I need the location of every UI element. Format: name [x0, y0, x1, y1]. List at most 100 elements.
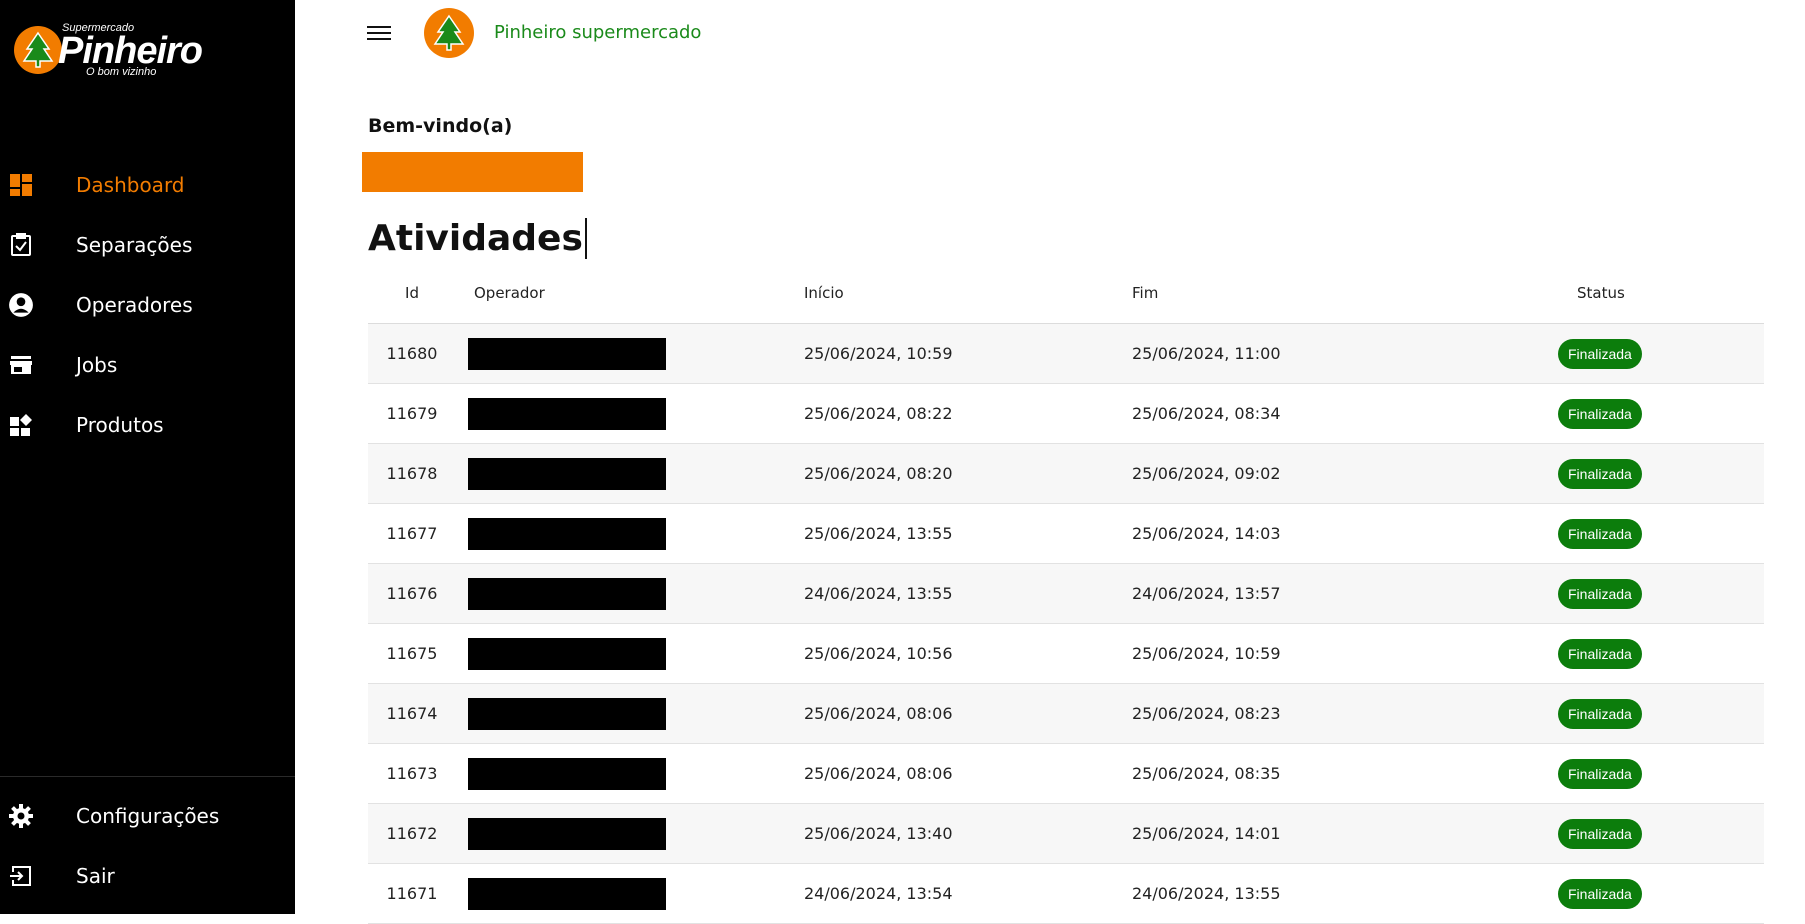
sidebar-item-label: Operadores [76, 293, 193, 317]
cell-id: 11680 [386, 344, 438, 363]
status-badge: Finalizada [1558, 639, 1642, 669]
user-name-highlight [362, 152, 583, 192]
column-header-inicio: Início [804, 284, 844, 302]
gear-icon [8, 803, 34, 829]
cell-operador-redacted [468, 878, 666, 910]
brand-logo[interactable]: Supermercado Pinheiro O bom vizinho [12, 20, 212, 82]
cell-id: 11671 [386, 884, 438, 903]
status-badge: Finalizada [1558, 519, 1642, 549]
welcome-text: Bem-vindo(a) [368, 115, 513, 137]
hamburger-icon [367, 25, 391, 28]
cell-inicio: 25/06/2024, 10:56 [804, 644, 953, 663]
table-row[interactable]: 11680 25/06/2024, 10:59 25/06/2024, 11:00 F… [368, 324, 1764, 384]
tree-logo-icon [424, 8, 474, 58]
sidebar-item-produtos[interactable]: Produtos [0, 395, 295, 455]
table-row[interactable]: 11677 25/06/2024, 13:55 25/06/2024, 14:03 F… [368, 504, 1764, 564]
cell-operador-redacted [468, 578, 666, 610]
cell-fim: 25/06/2024, 10:59 [1132, 644, 1281, 663]
column-header-fim: Fim [1132, 284, 1159, 302]
cell-fim: 25/06/2024, 08:23 [1132, 704, 1281, 723]
table-row[interactable]: 11676 24/06/2024, 13:55 24/06/2024, 13:57 F… [368, 564, 1764, 624]
cell-id: 11675 [386, 644, 438, 663]
table-row[interactable]: 11674 25/06/2024, 08:06 25/06/2024, 08:23 F… [368, 684, 1764, 744]
table-row[interactable]: 11672 25/06/2024, 13:40 25/06/2024, 14:01 F… [368, 804, 1764, 864]
table-body: 11680 25/06/2024, 10:59 25/06/2024, 11:00 F… [368, 324, 1764, 924]
cell-id: 11679 [386, 404, 438, 423]
cell-id: 11676 [386, 584, 438, 603]
sidebar-item-dashboard[interactable]: Dashboard [0, 155, 295, 215]
table-row[interactable]: 11675 25/06/2024, 10:56 25/06/2024, 10:59 F… [368, 624, 1764, 684]
sidebar-item-label: Dashboard [76, 173, 185, 197]
dashboard-icon [8, 172, 34, 198]
sidebar-item-operadores[interactable]: Operadores [0, 275, 295, 335]
cell-operador-redacted [468, 818, 666, 850]
cell-id: 11673 [386, 764, 438, 783]
table-row[interactable]: 11671 24/06/2024, 13:54 24/06/2024, 13:55 F… [368, 864, 1764, 924]
cell-fim: 25/06/2024, 08:35 [1132, 764, 1281, 783]
sidebar-item-sair[interactable]: Sair [0, 846, 295, 906]
cell-operador-redacted [468, 638, 666, 670]
cell-inicio: 24/06/2024, 13:54 [804, 884, 953, 903]
cell-operador-redacted [468, 458, 666, 490]
sidebar-bottom-nav: Configurações Sair [0, 786, 295, 906]
cell-inicio: 25/06/2024, 13:40 [804, 824, 953, 843]
cell-id: 11674 [386, 704, 438, 723]
table-row[interactable]: 11678 25/06/2024, 08:20 25/06/2024, 09:02 F… [368, 444, 1764, 504]
cell-operador-redacted [468, 398, 666, 430]
table-row[interactable]: 11679 25/06/2024, 08:22 25/06/2024, 08:34 F… [368, 384, 1764, 444]
column-header-id: Id [405, 284, 419, 302]
cell-fim: 25/06/2024, 08:34 [1132, 404, 1281, 423]
account-circle-icon [8, 292, 34, 318]
column-header-status: Status [1577, 284, 1625, 302]
status-badge: Finalizada [1558, 399, 1642, 429]
sidebar-item-label: Sair [76, 864, 115, 888]
main-content: Pinheiro supermercado Bem-vindo(a) Ativi… [295, 0, 1805, 924]
status-badge: Finalizada [1558, 819, 1642, 849]
sidebar-item-jobs[interactable]: Jobs [0, 335, 295, 395]
cell-fim: 24/06/2024, 13:55 [1132, 884, 1281, 903]
cell-operador-redacted [468, 518, 666, 550]
column-header-operador: Operador [474, 284, 545, 302]
cell-operador-redacted [468, 758, 666, 790]
cell-inicio: 25/06/2024, 08:06 [804, 764, 953, 783]
cell-operador-redacted [468, 698, 666, 730]
table-row[interactable]: 11673 25/06/2024, 08:06 25/06/2024, 08:35 F… [368, 744, 1764, 804]
cell-id: 11678 [386, 464, 438, 483]
status-badge: Finalizada [1558, 699, 1642, 729]
sidebar-item-label: Produtos [76, 413, 164, 437]
activities-table: Id Operador Início Fim Status 11680 25/06… [368, 272, 1764, 924]
widgets-icon [8, 412, 34, 438]
sidebar-divider [0, 776, 295, 777]
cell-inicio: 24/06/2024, 13:55 [804, 584, 953, 603]
cell-fim: 25/06/2024, 14:03 [1132, 524, 1281, 543]
status-badge: Finalizada [1558, 459, 1642, 489]
status-badge: Finalizada [1558, 759, 1642, 789]
sidebar: Supermercado Pinheiro O bom vizinho Dash… [0, 0, 295, 914]
cell-inicio: 25/06/2024, 08:22 [804, 404, 953, 423]
sidebar-item-configuracoes[interactable]: Configurações [0, 786, 295, 846]
cell-id: 11672 [386, 824, 438, 843]
app-title: Pinheiro supermercado [494, 22, 702, 43]
cell-inicio: 25/06/2024, 08:20 [804, 464, 953, 483]
cell-fim: 25/06/2024, 09:02 [1132, 464, 1281, 483]
cell-id: 11677 [386, 524, 438, 543]
menu-button[interactable] [367, 22, 391, 44]
sidebar-item-label: Separações [76, 233, 193, 257]
cell-operador-redacted [468, 338, 666, 370]
tree-logo-icon [14, 26, 62, 74]
status-badge: Finalizada [1558, 339, 1642, 369]
logo-sub-text: O bom vizinho [86, 66, 157, 78]
status-badge: Finalizada [1558, 879, 1642, 909]
cell-inicio: 25/06/2024, 08:06 [804, 704, 953, 723]
cell-inicio: 25/06/2024, 10:59 [804, 344, 953, 363]
sidebar-item-separacoes[interactable]: Separações [0, 215, 295, 275]
cell-fim: 25/06/2024, 11:00 [1132, 344, 1281, 363]
table-header: Id Operador Início Fim Status [368, 272, 1764, 324]
cell-inicio: 25/06/2024, 13:55 [804, 524, 953, 543]
sidebar-item-label: Jobs [76, 353, 118, 377]
sidebar-item-label: Configurações [76, 804, 220, 828]
logout-icon [8, 863, 34, 889]
cell-fim: 25/06/2024, 14:01 [1132, 824, 1281, 843]
clipboard-check-icon [8, 232, 34, 258]
status-badge: Finalizada [1558, 579, 1642, 609]
